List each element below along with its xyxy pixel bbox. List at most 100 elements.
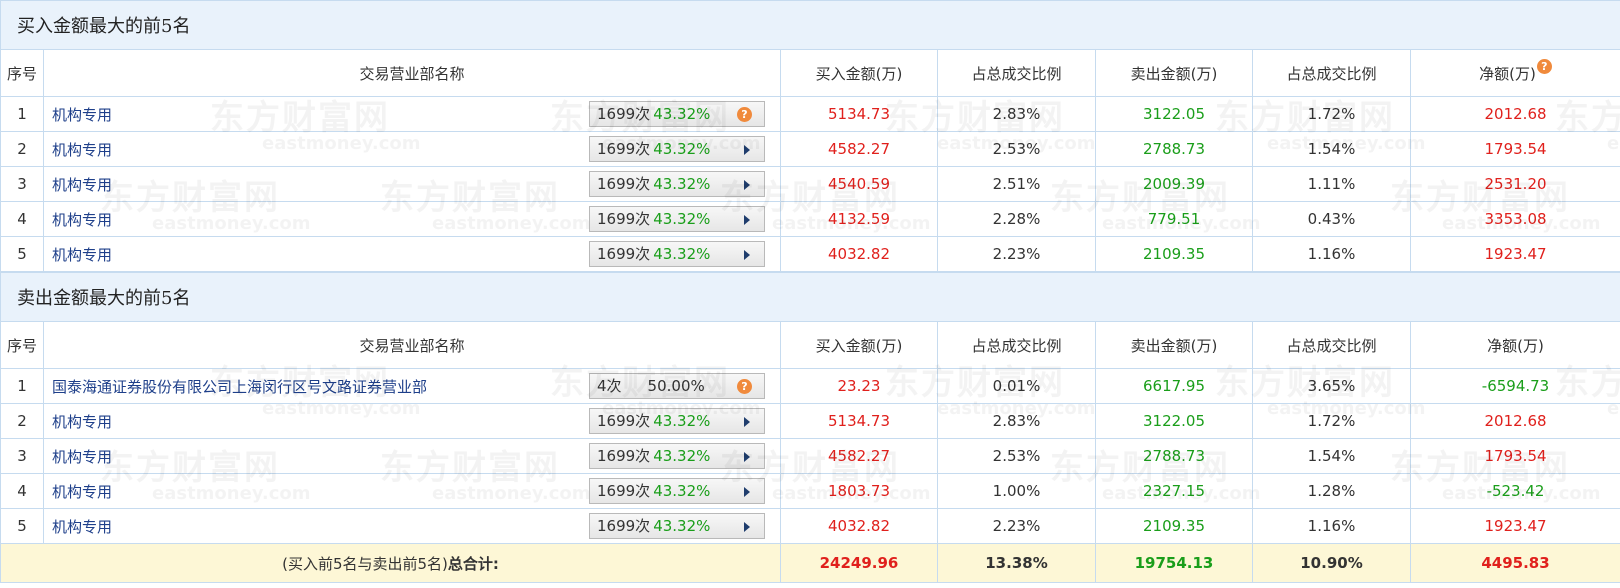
branch-stats-box[interactable]: 1699次 43.32% <box>589 478 765 504</box>
buy-ratio: 0.01% <box>937 368 1096 404</box>
row-index: 2 <box>0 403 44 439</box>
header-index: 序号 <box>0 49 44 97</box>
table-row: 2 机构专用 1699次 43.32% 5134.73 2.83% 3122.05 1.72%… <box>0 403 1620 439</box>
net-amount: 2012.68 <box>1409 96 1620 132</box>
sell-section-title: 卖出金额最大的前5名 <box>0 272 1620 322</box>
branch-link[interactable]: 机构专用 <box>44 141 112 159</box>
table-row: 1 机构专用 1699次 43.32%? 5134.73 2.83% 3122.05 1.72… <box>0 96 1620 132</box>
sell-amount: 2109.35 <box>1095 236 1253 272</box>
row-index: 3 <box>0 166 44 202</box>
sell-ratio: 3.65% <box>1252 368 1411 404</box>
header-buy-ratio: 占总成交比例 <box>937 321 1096 369</box>
expand-arrow-icon[interactable] <box>744 487 750 497</box>
sell-header-row: 序号 交易营业部名称 买入金额(万) 占总成交比例 卖出金额(万) 占总成交比例… <box>0 321 1620 369</box>
sell-ratio: 1.72% <box>1252 96 1411 132</box>
branch-cell: 机构专用 1699次 43.32% <box>43 473 781 509</box>
win-rate: 43.32% <box>653 140 711 158</box>
branch-stats-box[interactable]: 1699次 43.32% <box>589 241 765 267</box>
net-amount: 2531.20 <box>1409 166 1620 202</box>
trade-count: 1699次 <box>597 140 651 158</box>
header-index: 序号 <box>0 321 44 369</box>
buy-ratio: 2.83% <box>937 403 1096 439</box>
total-sell-ratio: 10.90% <box>1252 543 1411 583</box>
header-sell-ratio: 占总成交比例 <box>1252 321 1411 369</box>
buy-amount: 5134.73 <box>780 403 938 439</box>
buy-ratio: 2.53% <box>937 438 1096 474</box>
header-branch: 交易营业部名称 <box>43 321 781 369</box>
branch-cell: 机构专用 1699次 43.32% <box>43 236 781 272</box>
row-index: 3 <box>0 438 44 474</box>
win-rate: 43.32% <box>653 517 711 535</box>
branch-link[interactable]: 机构专用 <box>44 448 112 466</box>
sell-ratio: 1.16% <box>1252 236 1411 272</box>
branch-stats-box[interactable]: 1699次 43.32% <box>589 408 765 434</box>
sell-ratio: 1.28% <box>1252 473 1411 509</box>
branch-stats-box[interactable]: 1699次 43.32% <box>589 136 765 162</box>
buy-ratio: 2.53% <box>937 131 1096 167</box>
win-rate: 43.32% <box>653 482 711 500</box>
expand-arrow-icon[interactable] <box>744 417 750 427</box>
net-amount: 3353.08 <box>1409 201 1620 237</box>
branch-stats-box[interactable]: 4次 50.00%? <box>589 373 765 399</box>
expand-arrow-icon[interactable] <box>744 180 750 190</box>
expand-arrow-icon[interactable] <box>744 522 750 532</box>
trade-count: 1699次 <box>597 482 651 500</box>
branch-stats-box[interactable]: 1699次 43.32% <box>589 171 765 197</box>
row-index: 5 <box>0 508 44 544</box>
sell-table: 卖出金额最大的前5名 序号 交易营业部名称 买入金额(万) 占总成交比例 卖出金… <box>0 272 1620 583</box>
header-sell-amount: 卖出金额(万) <box>1095 49 1253 97</box>
row-index: 4 <box>0 201 44 237</box>
win-rate: 43.32% <box>653 447 711 465</box>
sell-amount: 2788.73 <box>1095 131 1253 167</box>
win-rate: 43.32% <box>653 245 711 263</box>
sell-amount: 2009.39 <box>1095 166 1253 202</box>
branch-cell: 机构专用 1699次 43.32% <box>43 131 781 167</box>
expand-arrow-icon[interactable] <box>744 215 750 225</box>
header-sell-amount: 卖出金额(万) <box>1095 321 1253 369</box>
expand-arrow-icon[interactable] <box>744 145 750 155</box>
branch-stats-box[interactable]: 1699次 43.32% <box>589 443 765 469</box>
expand-arrow-icon[interactable] <box>744 250 750 260</box>
win-rate: 43.32% <box>653 105 711 123</box>
branch-stats-box[interactable]: 1699次 43.32% <box>589 513 765 539</box>
buy-ratio: 2.83% <box>937 96 1096 132</box>
branch-stats-box[interactable]: 1699次 43.32% <box>589 206 765 232</box>
net-amount: -6594.73 <box>1409 368 1620 404</box>
help-icon[interactable]: ? <box>737 379 752 394</box>
table-row: 5 机构专用 1699次 43.32% 4032.82 2.23% 2109.35 1.16%… <box>0 236 1620 272</box>
buy-amount: 4582.27 <box>780 438 938 474</box>
net-amount: 1793.54 <box>1409 438 1620 474</box>
branch-stats-box[interactable]: 1699次 43.32%? <box>589 101 765 127</box>
branch-link[interactable]: 机构专用 <box>44 483 112 501</box>
sell-amount: 779.51 <box>1095 201 1253 237</box>
header-buy-amount: 买入金额(万) <box>780 49 938 97</box>
branch-cell: 机构专用 1699次 43.32% <box>43 508 781 544</box>
sell-ratio: 0.43% <box>1252 201 1411 237</box>
trade-count: 4次 <box>597 377 622 395</box>
branch-link[interactable]: 机构专用 <box>44 106 112 124</box>
trade-count: 1699次 <box>597 245 651 263</box>
branch-cell: 机构专用 1699次 43.32% <box>43 403 781 439</box>
branch-link[interactable]: 机构专用 <box>44 211 112 229</box>
row-index: 5 <box>0 236 44 272</box>
branch-link[interactable]: 机构专用 <box>44 518 112 536</box>
branch-cell: 国泰海通证券股份有限公司上海闵行区号文路证券营业部 4次 50.00%? <box>43 368 781 404</box>
buy-amount: 4032.82 <box>780 508 938 544</box>
expand-arrow-icon[interactable] <box>744 452 750 462</box>
help-icon[interactable]: ? <box>737 107 752 122</box>
buy-header-row: 序号 交易营业部名称 买入金额(万) 占总成交比例 卖出金额(万) 占总成交比例… <box>0 49 1620 97</box>
total-label: (买入前5名与卖出前5名)总合计: <box>0 543 781 583</box>
buy-amount: 4582.27 <box>780 131 938 167</box>
net-amount: -523.42 <box>1409 473 1620 509</box>
header-sell-ratio: 占总成交比例 <box>1252 49 1411 97</box>
branch-link[interactable]: 国泰海通证券股份有限公司上海闵行区号文路证券营业部 <box>44 378 427 396</box>
sell-ratio: 1.11% <box>1252 166 1411 202</box>
branch-link[interactable]: 机构专用 <box>44 413 112 431</box>
branch-link[interactable]: 机构专用 <box>44 176 112 194</box>
buy-amount: 1803.73 <box>780 473 938 509</box>
sell-ratio: 1.54% <box>1252 438 1411 474</box>
help-icon[interactable]: ? <box>1536 58 1552 74</box>
branch-link[interactable]: 机构专用 <box>44 246 112 264</box>
trade-count: 1699次 <box>597 447 651 465</box>
table-row: 4 机构专用 1699次 43.32% 4132.59 2.28% 779.51 0.43% 3… <box>0 201 1620 237</box>
